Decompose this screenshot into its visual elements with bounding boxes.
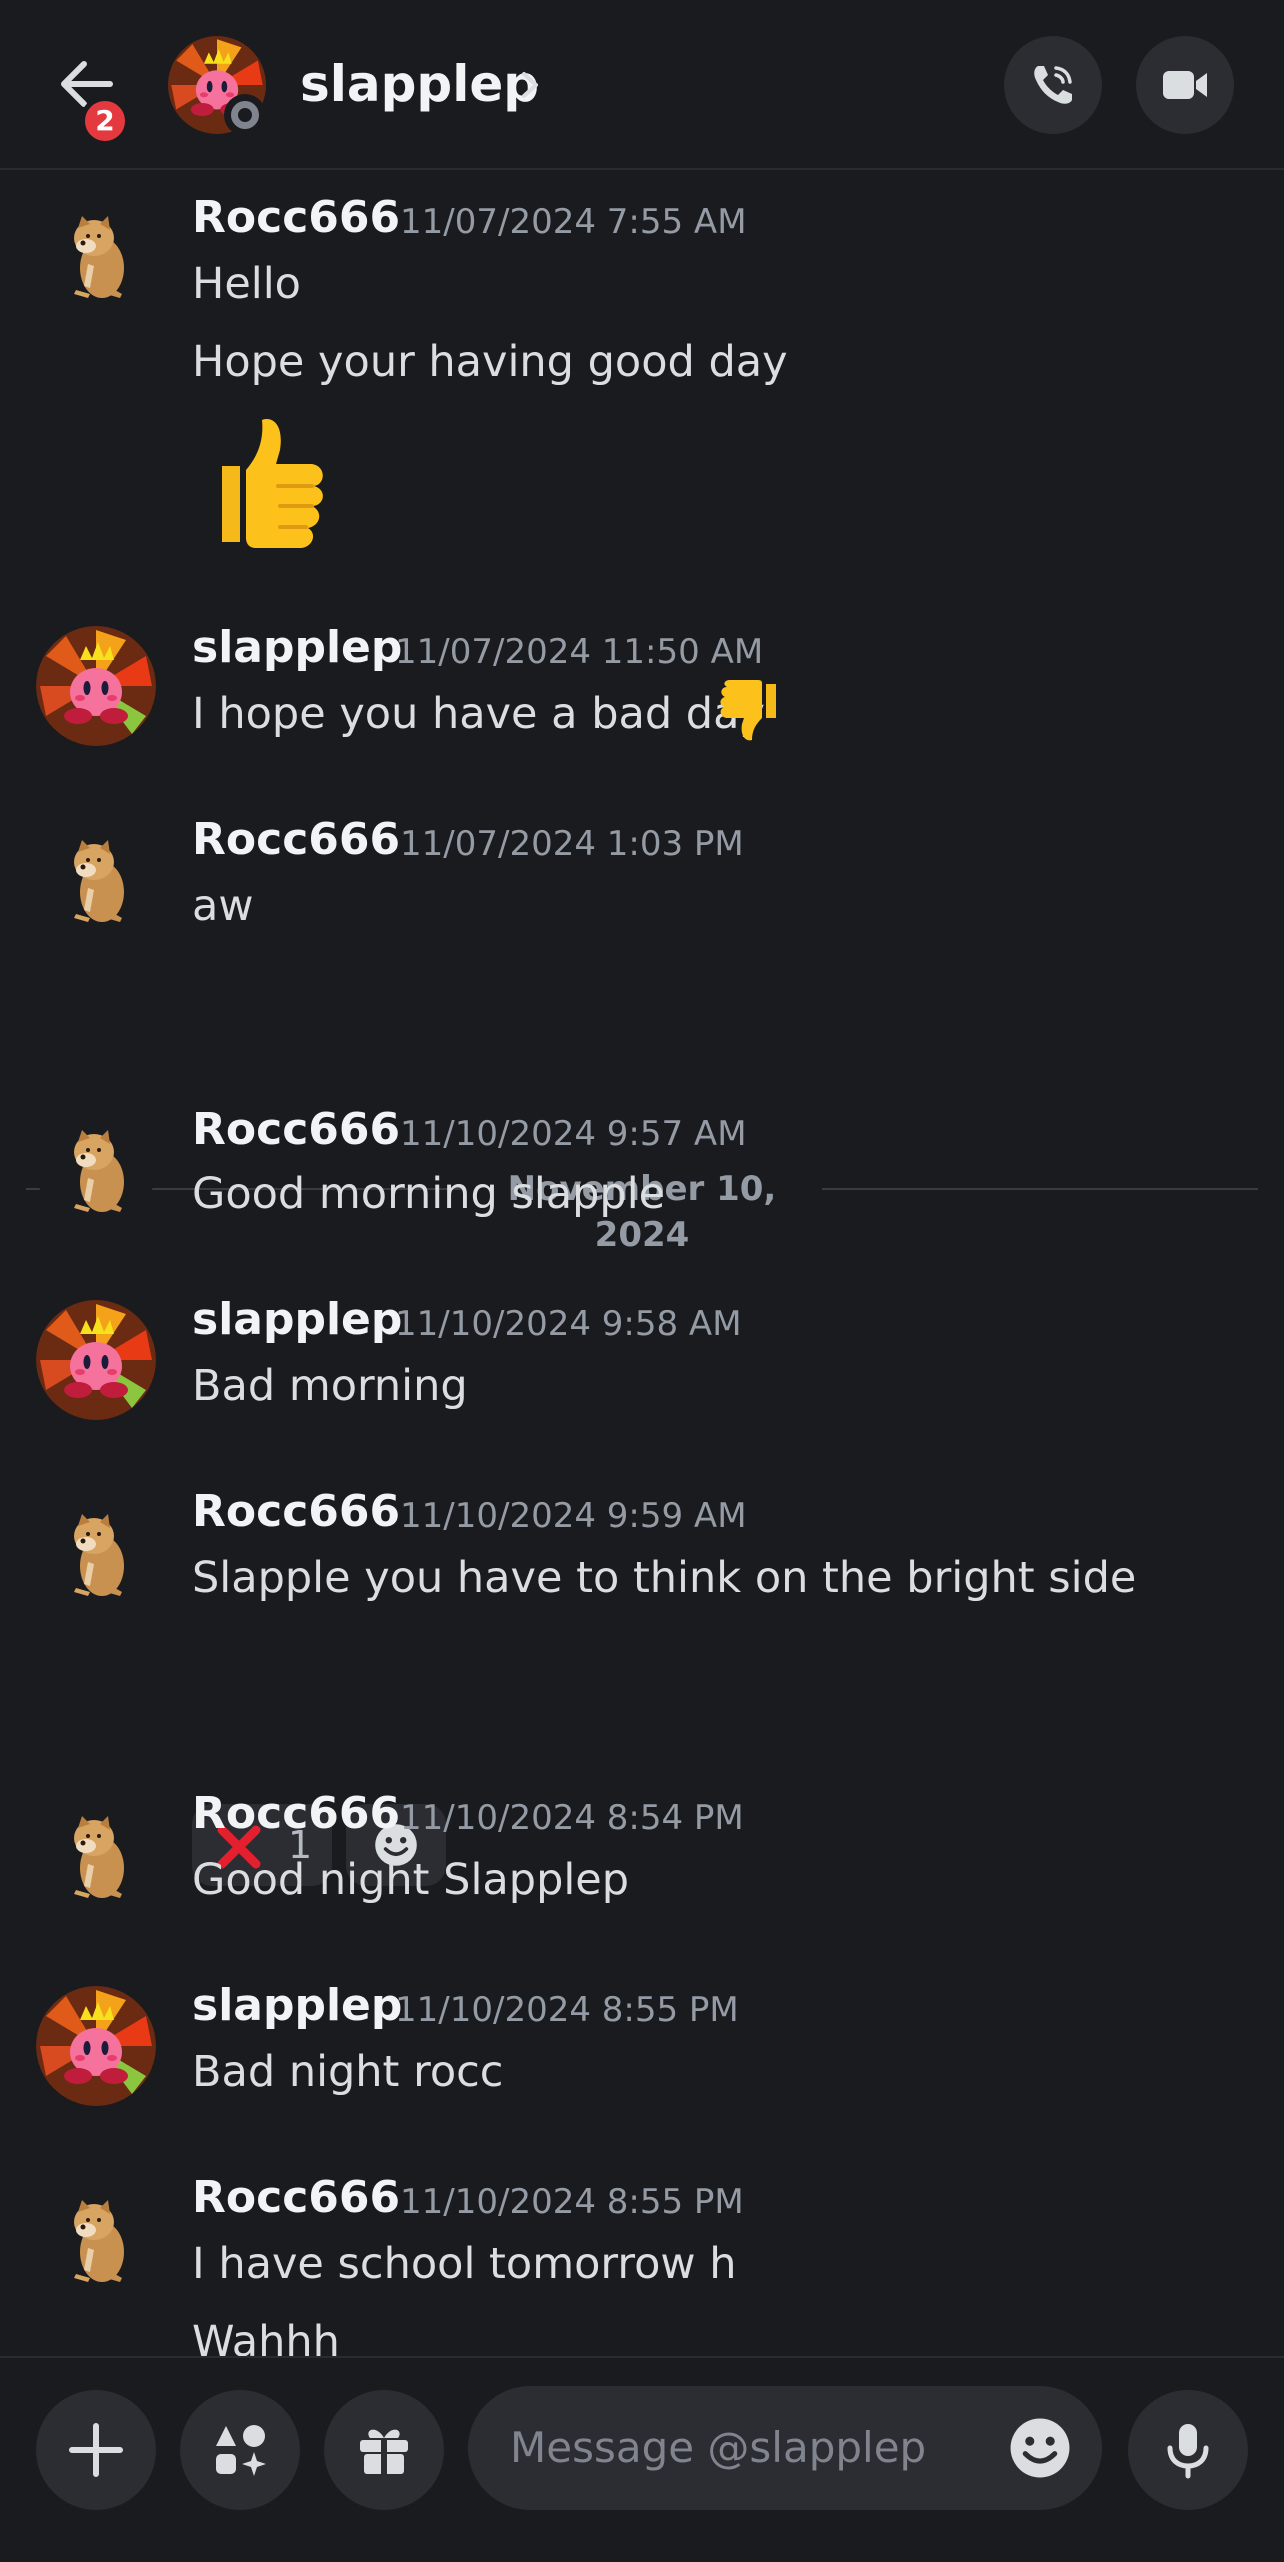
- message-text: I hope you have a bad day: [192, 689, 765, 739]
- message-timestamp: 11/10/2024 9:58 AM: [395, 1304, 742, 1344]
- message-timestamp: 11/07/2024 1:03 PM: [400, 824, 744, 864]
- message-text: I have school tomorrow h: [192, 2239, 737, 2289]
- message-author[interactable]: Rocc666: [192, 1484, 400, 1540]
- message-text: Good night Slapplep: [192, 1855, 630, 1905]
- message-input-container[interactable]: [468, 2386, 1102, 2510]
- message-author[interactable]: Rocc666: [192, 812, 400, 868]
- avatar[interactable]: [36, 1492, 156, 1612]
- message-text: Bad morning: [192, 1361, 468, 1411]
- emoji-icon[interactable]: [1006, 2414, 1074, 2482]
- message-text: Hello: [192, 259, 301, 309]
- message-composer: [0, 2356, 1284, 2562]
- apps-icon: [216, 2425, 266, 2476]
- message-input[interactable]: [510, 2412, 990, 2482]
- message-timestamp: 11/10/2024 9:59 AM: [400, 1496, 747, 1536]
- message-list[interactable]: Rocc666 11/07/2024 7:55 AM Hello Hope yo…: [0, 172, 1284, 2356]
- avatar[interactable]: [36, 1986, 156, 2106]
- avatar[interactable]: [36, 194, 156, 314]
- message-timestamp: 11/10/2024 8:55 PM: [400, 2182, 744, 2222]
- avatar[interactable]: [36, 626, 156, 746]
- message-text: aw: [192, 881, 254, 931]
- message-text: Good morning slapple: [192, 1169, 666, 1219]
- offline-status-icon: [224, 94, 266, 136]
- phone-call-icon: [1034, 66, 1072, 104]
- voice-message-button[interactable]: [1128, 2390, 1248, 2510]
- message-author[interactable]: slapplep: [192, 1978, 402, 2034]
- video-call-button[interactable]: [1136, 36, 1234, 134]
- voice-call-button[interactable]: [1004, 36, 1102, 134]
- message-timestamp: 11/10/2024 8:54 PM: [400, 1798, 744, 1838]
- gift-icon: [360, 2429, 408, 2474]
- apps-button[interactable]: [180, 2390, 300, 2510]
- chat-header: 2 slapplep: [0, 0, 1284, 170]
- add-attachment-button[interactable]: [36, 2390, 156, 2510]
- avatar[interactable]: [36, 1108, 156, 1228]
- avatar[interactable]: [36, 2178, 156, 2298]
- microphone-icon: [1167, 2424, 1209, 2479]
- message-text: Wahhh: [192, 2317, 340, 2356]
- chevron-right-icon[interactable]: [518, 68, 542, 102]
- avatar[interactable]: [36, 818, 156, 938]
- message-author[interactable]: slapplep: [192, 1292, 402, 1348]
- message-text: Slapple you have to think on the bright …: [192, 1553, 1137, 1603]
- message-timestamp: 11/07/2024 11:50 AM: [395, 632, 764, 672]
- avatar[interactable]: [36, 1300, 156, 1420]
- message-author[interactable]: Rocc666: [192, 1786, 400, 1842]
- conversation-title[interactable]: slapplep: [300, 52, 539, 116]
- video-camera-icon: [1163, 71, 1207, 99]
- message-timestamp: 11/10/2024 9:57 AM: [400, 1114, 747, 1154]
- message-text: Bad night rocc: [192, 2047, 504, 2097]
- avatar[interactable]: [36, 1794, 156, 1914]
- message-text: Hope your having good day: [192, 337, 788, 387]
- message-author[interactable]: Rocc666: [192, 190, 400, 246]
- message-author[interactable]: slapplep: [192, 620, 402, 676]
- thumbs-up-emoji: [222, 419, 323, 548]
- message-timestamp: 11/07/2024 7:55 AM: [400, 202, 747, 242]
- notification-badge: 2: [80, 96, 130, 146]
- thumbs-down-emoji: [720, 680, 776, 741]
- plus-icon: [69, 2423, 123, 2477]
- message-timestamp: 11/10/2024 8:55 PM: [395, 1990, 739, 2030]
- gift-button[interactable]: [324, 2390, 444, 2510]
- message-author[interactable]: Rocc666: [192, 1102, 400, 1158]
- message-author[interactable]: Rocc666: [192, 2170, 400, 2226]
